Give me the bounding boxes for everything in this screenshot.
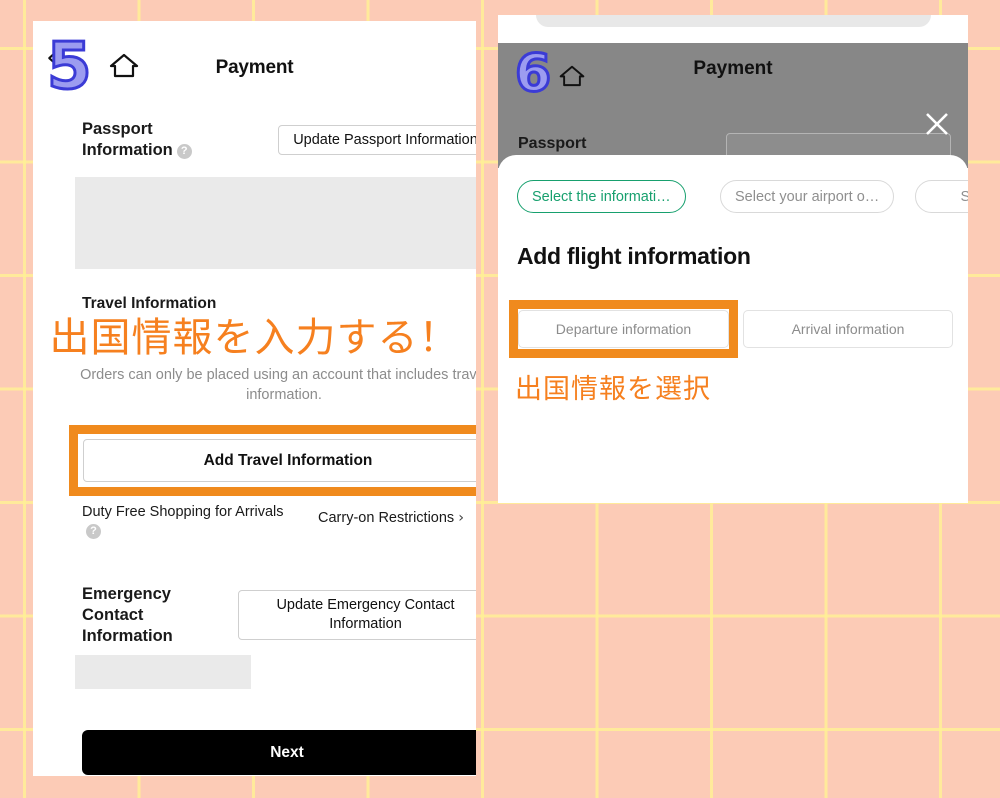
emergency-label-line2: Contact	[82, 606, 144, 624]
screenshot-stage: ‹ 5 Payment Passport Information? Update…	[0, 0, 1000, 798]
chip-select-airport[interactable]: Select your airport o…	[720, 180, 895, 213]
travel-information-heading: Travel Information	[82, 295, 217, 312]
carry-on-restrictions-link[interactable]: Carry-on Restrictions ›	[318, 510, 464, 526]
step-number-badge-5: 5	[46, 30, 94, 104]
passport-section-label: Passport Information?	[82, 119, 192, 161]
left-screenshot-panel: ‹ 5 Payment Passport Information? Update…	[33, 21, 476, 776]
step-number-badge-6: 6	[513, 44, 552, 104]
emergency-section-label: Emergency Contact Information	[82, 584, 173, 647]
emergency-label-line3: Information	[82, 627, 173, 645]
carry-on-restrictions-label: Carry-on Restrictions	[318, 510, 455, 526]
chip-select-third[interactable]: Sele	[915, 180, 968, 213]
departure-information-button[interactable]: Departure information	[518, 310, 729, 348]
home-icon[interactable]	[108, 51, 140, 79]
sheet-title: Add flight information	[517, 243, 751, 269]
travel-annotation-japanese: 出国情報を入力する！	[49, 315, 460, 361]
update-emergency-contact-button[interactable]: Update Emergency Contact Information	[238, 590, 476, 640]
duty-free-label: Duty Free Shopping for Arrivals?	[82, 503, 292, 541]
arrival-information-button[interactable]: Arrival information	[743, 310, 953, 348]
home-icon[interactable]	[558, 63, 586, 88]
chevron-right-icon: ›	[458, 510, 464, 526]
emergency-placeholder-block	[75, 655, 251, 689]
passport-label-line2: Information	[82, 141, 173, 159]
sheet-annotation-japanese: 出国情報を選択	[515, 374, 711, 405]
right-screenshot-panel: 6 Payment Passport Select the informati……	[498, 15, 968, 503]
right-status-strip	[498, 15, 968, 43]
update-passport-information-button[interactable]: Update Passport Information	[278, 125, 476, 155]
close-icon[interactable]	[923, 110, 951, 138]
sheet-drag-pill	[536, 15, 931, 27]
left-app-header: ‹ 5 Payment	[33, 21, 476, 101]
flight-information-sheet: Select the informati… Select your airpor…	[498, 155, 968, 503]
travel-note-text: Orders can only be placed using an accou…	[80, 367, 476, 403]
dimmed-passport-label: Passport	[518, 135, 587, 152]
passport-label-line1: Passport	[82, 120, 153, 138]
help-icon[interactable]: ?	[176, 144, 192, 159]
emergency-label-line1: Emergency	[82, 585, 171, 603]
passport-placeholder-block	[75, 177, 476, 269]
add-travel-information-button[interactable]: Add Travel Information	[83, 439, 476, 482]
chip-select-information[interactable]: Select the informati…	[517, 180, 686, 213]
help-icon[interactable]: ?	[86, 524, 101, 539]
page-title: Payment	[215, 57, 294, 78]
next-button[interactable]: Next	[82, 730, 476, 775]
duty-free-label-text: Duty Free Shopping for Arrivals	[82, 504, 284, 520]
